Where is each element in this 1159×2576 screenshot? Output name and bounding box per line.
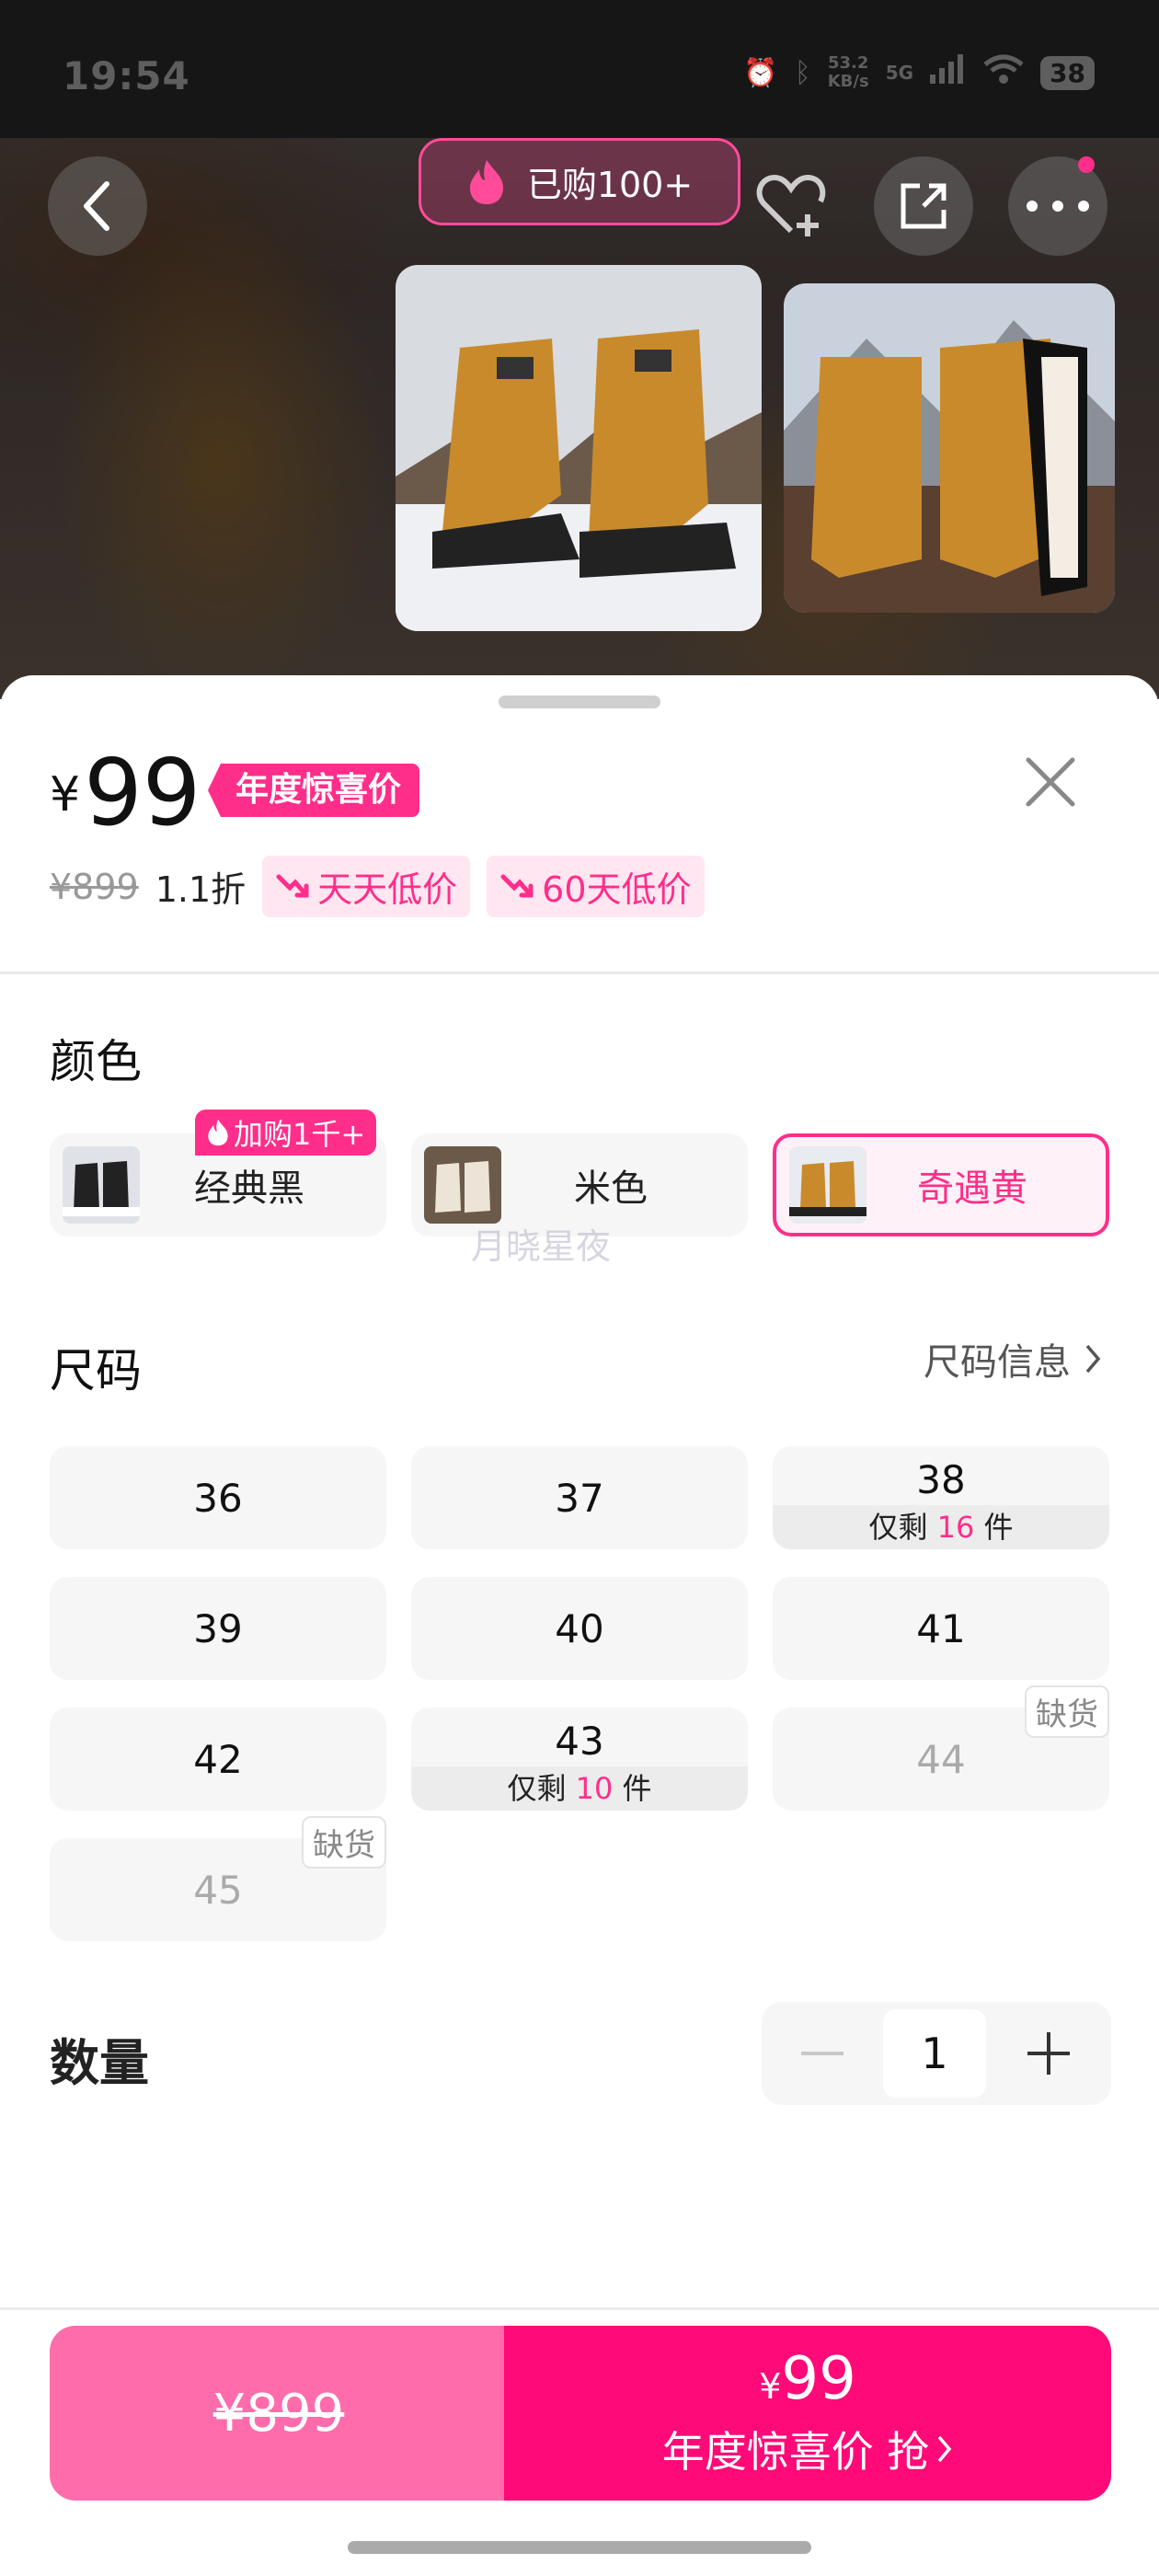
more-button[interactable] [1008,156,1107,256]
fire-icon [469,159,503,204]
buy-now-button[interactable]: ¥99 年度惊喜价 抢 [504,2326,1111,2501]
footer-divider [0,2307,1159,2310]
chevron-right-icon [1085,1344,1101,1374]
size-option-42[interactable]: 42 [50,1708,386,1811]
price-currency: ¥ [50,767,81,822]
quantity-title: 数量 [50,2034,149,2092]
out-of-stock-badge: 缺货 [302,1816,386,1869]
promo-tag: 年度惊喜价 [208,764,420,817]
decrease-button[interactable] [762,2002,883,2105]
low-stock-note: 仅剩 10 件 [411,1766,748,1811]
share-icon [901,183,947,229]
plus-icon [1027,2032,1070,2075]
quantity-value[interactable]: 1 [883,2009,986,2098]
size-option-36[interactable]: 36 [50,1446,386,1549]
close-icon [1026,757,1075,807]
alarm-icon: ⏰ [743,56,778,89]
color-label: 经典黑 [194,1167,304,1210]
wifi-icon [983,53,1024,92]
status-icons: ⏰ ᛒ 53.2 KB/s 5G 38 [743,53,1095,92]
sold-count-pill: 已购100+ [419,138,740,225]
discount-rate: 1.1折 [155,869,247,910]
size-section-title: 尺码 [50,1344,142,1397]
increase-button[interactable] [986,2002,1111,2105]
color-label: 米色 [574,1167,648,1210]
sku-sheet: ¥ 99 年度惊喜价 ¥899 1.1折 天天低价 60天低价 颜色 加购1千+… [0,675,1159,2576]
size-info-link[interactable]: 尺码信息 [924,1332,1102,1386]
bluetooth-icon: ᛒ [794,56,811,89]
size-option-45[interactable]: 45 缺货 [50,1816,386,1941]
battery-indicator: 38 [1040,55,1095,90]
original-price-button[interactable]: ¥899 [50,2326,508,2501]
back-button[interactable] [48,156,147,256]
quantity-stepper: 1 [762,2002,1111,2105]
color-swatch-beige [424,1146,501,1224]
buy-label: 年度惊喜价 抢 [662,2419,954,2479]
watermark-text: 月晓星夜 [471,1226,612,1267]
color-label: 奇遇黄 [917,1167,1027,1210]
product-thumbnail-1[interactable] [396,265,762,631]
color-section-title: 颜色 [50,1035,142,1088]
price-value: 99 [84,739,201,846]
favorite-button[interactable] [741,156,841,256]
home-indicator[interactable] [348,2541,811,2554]
status-bar: 19:54 ⏰ ᛒ 53.2 KB/s 5G 38 [0,0,1159,138]
fire-icon [208,1119,228,1146]
share-button[interactable] [874,156,973,256]
price-chip-60day: 60天低价 [487,856,705,917]
sold-count-label: 已购100+ [526,165,694,205]
network-type: 5G [885,62,914,84]
size-option-43[interactable]: 43 仅剩 10 件 [411,1708,748,1811]
price-chip-daily: 天天低价 [262,856,471,917]
heart-add-icon [756,174,826,236]
status-time: 19:54 [63,53,190,98]
low-stock-note: 仅剩 16 件 [773,1505,1109,1549]
close-button[interactable] [1023,754,1078,810]
size-option-40[interactable]: 40 [411,1577,748,1680]
color-swatch-yellow [789,1146,866,1224]
notification-dot [1078,156,1095,173]
out-of-stock-badge: 缺货 [1025,1685,1109,1738]
product-thumbnail-2[interactable] [784,283,1115,613]
current-price: ¥ 99 [50,747,201,839]
signal-icon [930,54,967,91]
price-details: ¥899 1.1折 天天低价 60天低价 [50,856,705,917]
divider [0,972,1159,974]
size-option-44[interactable]: 44 缺货 [773,1685,1109,1811]
minus-icon [801,2052,843,2055]
size-option-37[interactable]: 37 [411,1446,748,1549]
buy-price: ¥99 [759,2345,856,2413]
chevron-left-icon [84,181,109,231]
sheet-handle[interactable] [499,696,660,708]
trend-down-icon [500,874,534,897]
network-speed: 53.2 KB/s [827,53,869,91]
color-swatch-black [63,1146,140,1224]
color-hot-badge: 加购1千+ [195,1110,377,1156]
more-icon [1027,201,1089,212]
size-option-39[interactable]: 39 [50,1577,386,1680]
chevron-right-icon [937,2435,952,2463]
color-option-black[interactable]: 加购1千+ 经典黑 [50,1110,386,1236]
size-option-38[interactable]: 38 仅剩 16 件 [773,1446,1109,1549]
original-price: ¥899 [50,866,139,907]
size-option-41[interactable]: 41 [773,1577,1109,1680]
trend-down-icon [276,874,309,897]
color-option-yellow[interactable]: 奇遇黄 [773,1133,1109,1236]
